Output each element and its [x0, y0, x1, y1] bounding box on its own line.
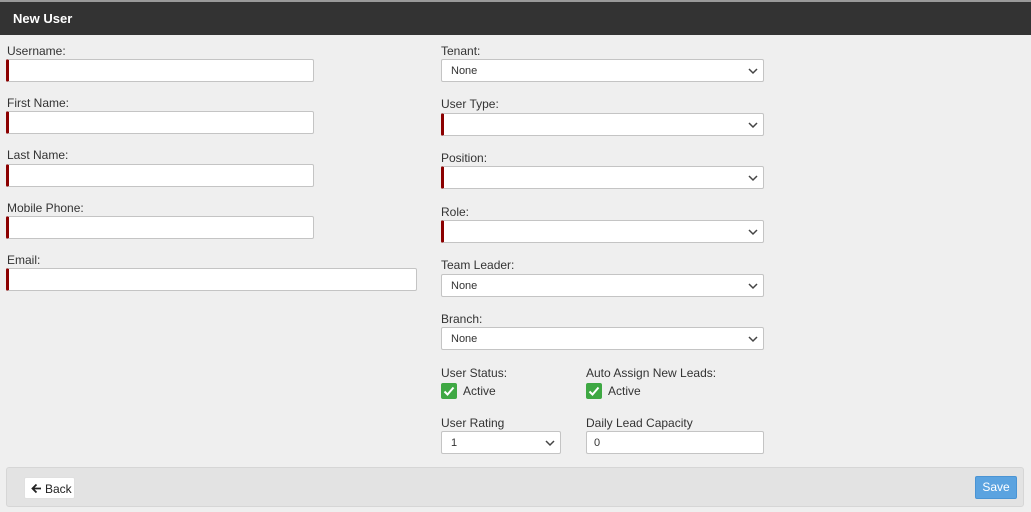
role-label: Role:	[441, 205, 470, 219]
chevron-down-icon	[748, 336, 758, 343]
user-status-label: User Status:	[441, 366, 508, 380]
daily-capacity-input[interactable]: 0	[586, 431, 764, 454]
position-select[interactable]	[441, 166, 764, 189]
auto-assign-label: Auto Assign New Leads:	[586, 366, 717, 380]
role-select[interactable]	[441, 220, 764, 243]
save-button[interactable]: Save	[975, 476, 1017, 499]
email-input[interactable]	[6, 268, 417, 291]
branch-select[interactable]: None	[441, 327, 764, 350]
footer-bar: Back Save	[6, 467, 1024, 507]
title-bar: New User	[0, 0, 1031, 35]
page-title: New User	[13, 11, 73, 26]
user-type-label: User Type:	[441, 97, 499, 111]
user-rating-label: User Rating	[441, 416, 505, 430]
checkmark-icon	[588, 386, 600, 396]
user-rating-value: 1	[451, 437, 458, 449]
team-leader-value: None	[451, 280, 478, 292]
tenant-label: Tenant:	[441, 44, 481, 58]
chevron-down-icon	[748, 68, 758, 75]
branch-label: Branch:	[441, 312, 483, 326]
username-label: Username:	[7, 44, 66, 58]
chevron-down-icon	[545, 440, 555, 447]
chevron-down-icon	[748, 175, 758, 182]
arrow-left-icon	[31, 483, 41, 494]
user-status-checkbox[interactable]	[441, 383, 457, 399]
mobile-phone-input[interactable]	[6, 216, 314, 239]
last-name-label: Last Name:	[7, 148, 69, 162]
daily-capacity-value: 0	[594, 437, 601, 449]
back-button-label: Back	[45, 482, 72, 496]
tenant-value: None	[451, 65, 478, 77]
chevron-down-icon	[748, 122, 758, 129]
team-leader-label: Team Leader:	[441, 258, 515, 272]
daily-capacity-label: Daily Lead Capacity	[586, 416, 693, 430]
last-name-input[interactable]	[6, 164, 314, 187]
auto-assign-active-label: Active	[608, 384, 641, 398]
chevron-down-icon	[748, 283, 758, 290]
user-rating-select[interactable]: 1	[441, 431, 561, 454]
tenant-select[interactable]: None	[441, 59, 764, 82]
auto-assign-checkbox[interactable]	[586, 383, 602, 399]
position-label: Position:	[441, 151, 488, 165]
team-leader-select[interactable]: None	[441, 274, 764, 297]
first-name-input[interactable]	[6, 111, 314, 134]
checkmark-icon	[443, 386, 455, 396]
back-button[interactable]: Back	[24, 477, 75, 499]
chevron-down-icon	[748, 229, 758, 236]
mobile-phone-label: Mobile Phone:	[7, 201, 84, 215]
user-status-active-label: Active	[463, 384, 496, 398]
email-label: Email:	[7, 253, 41, 267]
user-type-select[interactable]	[441, 113, 764, 136]
first-name-label: First Name:	[7, 96, 70, 110]
username-input[interactable]	[6, 59, 314, 82]
branch-value: None	[451, 333, 478, 345]
